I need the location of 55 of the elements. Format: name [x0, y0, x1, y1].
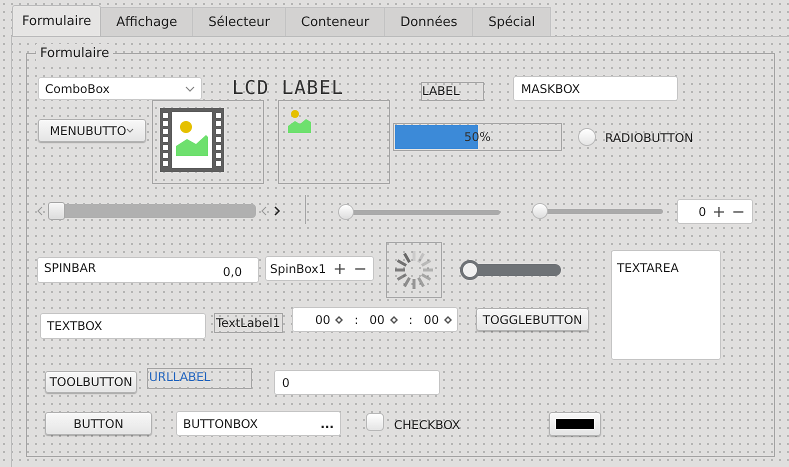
- time-separator: :: [408, 312, 414, 328]
- tab[interactable]: Conteneur: [286, 7, 386, 37]
- radio-label: RADIOBUTTON: [605, 130, 694, 147]
- plus-button[interactable]: +: [712, 200, 726, 224]
- tool-button[interactable]: TOOLBUTTON: [45, 371, 137, 393]
- time-part: 00: [369, 312, 385, 328]
- tab[interactable]: Données: [385, 7, 474, 37]
- toggle-button[interactable]: TOGGLEBUTTON: [476, 308, 589, 331]
- minus-button[interactable]: −: [732, 200, 745, 224]
- plus-button[interactable]: +: [333, 256, 347, 280]
- radio-button[interactable]: [578, 128, 596, 146]
- film-image-icon: [160, 108, 224, 172]
- checkbox[interactable]: [366, 413, 384, 431]
- time-separator: :: [353, 312, 360, 328]
- chevron-down-icon: [126, 128, 134, 133]
- tab[interactable]: Formulaire: [12, 5, 102, 37]
- chevron-down-icon: [185, 86, 195, 92]
- chevron-right-icon[interactable]: [274, 206, 281, 216]
- button-box[interactable]: BUTTONBOX ...: [176, 411, 341, 436]
- menu-button[interactable]: MENUBUTTO: [38, 119, 146, 142]
- group-title: Formulaire: [36, 44, 114, 64]
- tab[interactable]: Sélecteur: [193, 7, 286, 37]
- spin-arrows-icon[interactable]: [335, 316, 344, 324]
- slider-thumb[interactable]: [338, 204, 354, 220]
- time-part: 00: [424, 312, 439, 328]
- url-label[interactable]: URLLABEL: [147, 368, 252, 389]
- push-button[interactable]: BUTTON: [45, 412, 152, 435]
- number-field[interactable]: 0: [274, 370, 440, 395]
- tab[interactable]: Affichage: [101, 7, 194, 37]
- spin-bar-value: 0,0: [222, 264, 242, 281]
- time-edit[interactable]: 00 : 00 : 00: [292, 307, 458, 332]
- color-button[interactable]: [549, 412, 601, 436]
- spin-arrows-icon[interactable]: [444, 316, 452, 324]
- chevron-left-icon[interactable]: [260, 206, 267, 216]
- tab[interactable]: Spécial: [473, 7, 552, 37]
- checkbox-label: CHECKBOX: [394, 417, 460, 434]
- slider-thumb[interactable]: [48, 202, 65, 220]
- spin-box[interactable]: 0 + −: [677, 199, 753, 224]
- spin-box[interactable]: SpinBox1 + −: [265, 256, 374, 281]
- image-icon: [288, 110, 311, 133]
- label: LABEL: [421, 82, 484, 101]
- slider-thumb[interactable]: [532, 203, 548, 219]
- minus-button[interactable]: −: [354, 256, 367, 280]
- text-area[interactable]: TEXTAREA: [611, 250, 721, 360]
- lcd-label: LCD LABEL: [232, 78, 344, 98]
- time-part: 00: [315, 312, 330, 328]
- text-box[interactable]: TEXTBOX: [40, 313, 206, 339]
- mask-box[interactable]: MASKBOX: [513, 76, 678, 101]
- chevron-left-icon[interactable]: [36, 206, 43, 216]
- combo-box[interactable]: ComboBox: [38, 77, 202, 100]
- spin-arrows-icon[interactable]: [390, 316, 398, 324]
- ellipsis-button[interactable]: ...: [320, 414, 334, 432]
- spin-bar-label: SPINBAR: [44, 260, 96, 277]
- spin-bar[interactable]: SPINBAR 0,0: [37, 257, 259, 283]
- text-label: TextLabel1: [214, 313, 283, 333]
